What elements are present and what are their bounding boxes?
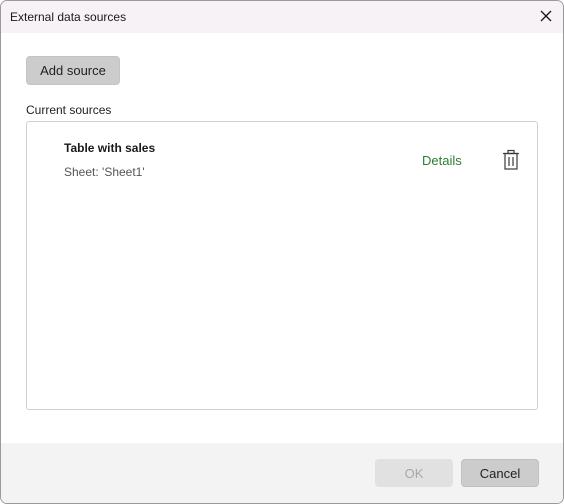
close-button[interactable] xyxy=(535,5,557,27)
cancel-button[interactable]: Cancel xyxy=(461,459,539,487)
source-sheet: Sheet: 'Sheet1' xyxy=(64,165,145,179)
list-item[interactable]: Table with sales Sheet: 'Sheet1' Details xyxy=(27,122,537,192)
close-icon xyxy=(540,10,552,22)
details-link[interactable]: Details xyxy=(422,153,462,168)
dialog-footer: OK Cancel xyxy=(1,443,563,503)
delete-source-button[interactable] xyxy=(501,149,521,171)
source-name: Table with sales xyxy=(64,141,156,155)
ok-button[interactable]: OK xyxy=(375,459,453,487)
add-source-button[interactable]: Add source xyxy=(26,56,120,85)
trash-icon xyxy=(503,149,519,170)
current-sources-label: Current sources xyxy=(26,103,112,117)
title-bar: External data sources xyxy=(1,1,563,33)
dialog-title: External data sources xyxy=(10,10,127,24)
external-data-sources-dialog: External data sources Add source Current… xyxy=(0,0,564,504)
sources-list: Table with sales Sheet: 'Sheet1' Details xyxy=(26,121,538,410)
